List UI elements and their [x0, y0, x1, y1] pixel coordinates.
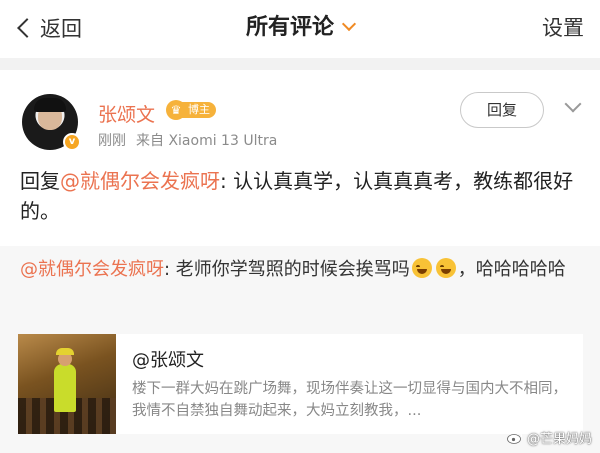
comment-source: 来自 Xiaomi 13 Ultra: [136, 133, 278, 149]
card-author: @张颂文: [132, 350, 204, 371]
quoted-text: @就偶尔会发疯呀: 老师你学驾照的时候会挨骂吗 ，哈哈哈哈哈: [20, 256, 580, 284]
author-name[interactable]: 张颂文: [98, 100, 155, 127]
laugh-cry-emoji-icon: [435, 258, 456, 278]
comment-time: 刚刚: [98, 133, 126, 149]
verified-badge-icon: v: [63, 133, 81, 151]
quoted-mention-link[interactable]: @就偶尔会发疯呀: [20, 259, 164, 280]
card-description: 楼下一群大妈在跳广场舞，现场伴奏让这一切显得与国内大不相同，我情不自禁独自舞动起…: [132, 381, 567, 419]
comment-meta: 刚刚 来自 Xiaomi 13 Ultra: [98, 130, 287, 150]
top-bar: 返回 所有评论 设置: [0, 0, 600, 58]
quoted-text-before: : 老师你学驾照的时候会挨骂吗: [164, 259, 410, 280]
comment-body: 回复@就偶尔会发疯呀: 认认真真学，认真真真考，教练都很好的。: [20, 166, 580, 226]
mention-link[interactable]: @就偶尔会发疯呀: [60, 169, 220, 193]
watermark-text: @芒果妈妈: [526, 432, 592, 447]
page-title: 所有评论: [245, 15, 334, 40]
weibo-logo-icon: [507, 432, 523, 444]
chevron-down-icon: [341, 16, 357, 32]
original-post-card[interactable]: @张颂文 楼下一群大妈在跳广场舞，现场伴奏让这一切显得与国内大不相同，我情不自禁…: [18, 334, 583, 434]
thumbnail-hat: [56, 348, 74, 355]
vip-badge: ♛ 博主: [166, 100, 216, 120]
reply-button[interactable]: 回复: [460, 92, 544, 128]
settings-button[interactable]: 设置: [542, 12, 584, 44]
laugh-cry-emoji-icon: [411, 258, 432, 278]
thumbnail-person: [54, 364, 76, 412]
comment-item: v 张颂文 ♛ 博主 刚刚 来自 Xiaomi 13 Ultra 回复 回复@就偶…: [0, 70, 600, 246]
title-dropdown[interactable]: 所有评论: [0, 12, 600, 44]
chevron-down-icon[interactable]: [564, 95, 582, 113]
quoted-text-after: ，哈哈哈哈哈: [457, 259, 566, 280]
watermark: @芒果妈妈: [507, 428, 592, 447]
divider: [0, 58, 600, 70]
avatar-hair: [34, 98, 66, 112]
post-thumbnail: [18, 334, 116, 434]
body-prefix: 回复: [20, 169, 60, 193]
crown-icon: ♛: [166, 100, 186, 120]
